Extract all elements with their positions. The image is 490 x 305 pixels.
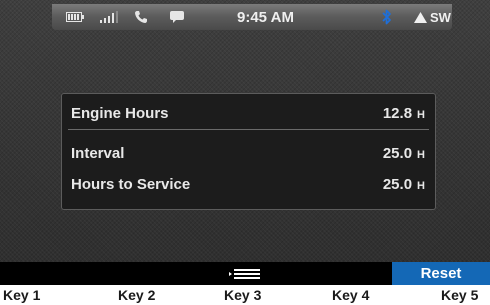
key-1-label: Key 1 xyxy=(3,287,41,303)
interval-unit: H xyxy=(417,148,425,161)
service-info-panel: Engine Hours 12.8 H Interval 25.0 H Hour… xyxy=(61,93,436,210)
status-bar: 9:45 AM SW xyxy=(52,4,452,30)
hours-to-service-row: Hours to Service 25.0 H xyxy=(71,173,425,195)
softkey-3-menu[interactable] xyxy=(196,262,294,285)
menu-icon xyxy=(229,268,261,280)
interval-label: Interval xyxy=(71,144,125,162)
softkey-1[interactable] xyxy=(0,262,98,285)
heading-indicator: SW xyxy=(414,4,451,30)
engine-hours-row: Engine Hours 12.8 H xyxy=(71,102,425,124)
softkey-2[interactable] xyxy=(98,262,196,285)
interval-value: 25.0 xyxy=(382,144,413,162)
engine-hours-unit: H xyxy=(417,108,425,121)
message-icon xyxy=(169,4,185,30)
softkey-bar: Reset xyxy=(0,262,490,285)
hours-to-service-value: 25.0 xyxy=(382,175,413,193)
key-2-label: Key 2 xyxy=(118,287,156,303)
key-3-label: Key 3 xyxy=(224,287,262,303)
key-5-label: Key 5 xyxy=(441,287,479,303)
bluetooth-icon xyxy=(382,4,392,30)
interval-row: Interval 25.0 H xyxy=(71,142,425,164)
battery-icon xyxy=(66,4,84,30)
engine-hours-value: 12.8 xyxy=(382,104,413,122)
hardware-key-labels: Key 1 Key 2 Key 3 Key 4 Key 5 xyxy=(0,287,490,305)
phone-icon xyxy=(134,4,148,30)
display-screen: 9:45 AM SW Engine Hours 12.8 H Interval xyxy=(0,0,490,285)
softkey-4[interactable] xyxy=(294,262,392,285)
clock-time: 9:45 AM xyxy=(237,8,294,26)
engine-hours-label: Engine Hours xyxy=(71,104,169,122)
compass-arrow-icon xyxy=(414,11,427,23)
divider xyxy=(68,129,429,130)
heading-text: SW xyxy=(430,9,451,25)
reset-button[interactable]: Reset xyxy=(392,262,490,285)
key-4-label: Key 4 xyxy=(332,287,370,303)
hours-to-service-unit: H xyxy=(417,179,425,192)
hours-to-service-label: Hours to Service xyxy=(71,175,191,193)
signal-icon xyxy=(100,4,118,30)
